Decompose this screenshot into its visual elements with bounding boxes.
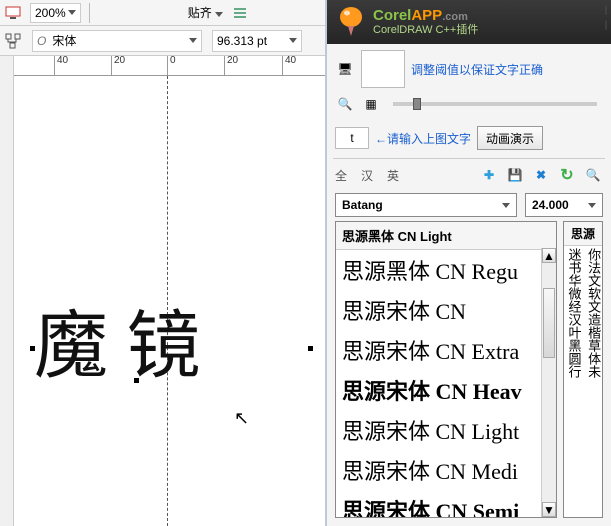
scroll-thumb[interactable] bbox=[543, 288, 555, 358]
line-icon: 丨丨 bbox=[601, 2, 611, 32]
plugin-panel: CorelAPP.com CorelDRAW C++插件 丨丨 🖥 调整阈值以保… bbox=[325, 0, 611, 526]
font-style-indicator: O bbox=[37, 34, 46, 48]
align-dropdown[interactable]: 贴齐 bbox=[188, 4, 223, 21]
list-item[interactable]: 思源宋体 CN bbox=[336, 290, 556, 330]
close-icon[interactable]: ✖ bbox=[531, 165, 551, 185]
list-item[interactable]: 思源黑体 CN Regu bbox=[336, 250, 556, 290]
slider-knob[interactable] bbox=[413, 98, 421, 110]
category-list[interactable]: 思源 迷书华微经汉叶黑圆行 你法文软文造楷草体未 文典鼎鼎字根 魏 bbox=[563, 221, 603, 518]
zoom-value: 200% bbox=[35, 6, 66, 20]
search-icon[interactable]: 🔍 bbox=[583, 165, 603, 185]
scroll-down-button[interactable]: ▼ bbox=[542, 502, 556, 517]
category-col[interactable]: 你法文软文造楷草体未 bbox=[584, 246, 603, 380]
balloon-icon bbox=[337, 5, 365, 39]
threshold-slider[interactable] bbox=[393, 102, 597, 106]
font-combo[interactable]: Batang bbox=[335, 193, 517, 217]
category-header: 思源 bbox=[564, 222, 602, 246]
font-size-value: 96.313 pt bbox=[217, 34, 267, 48]
scrollbar[interactable]: ▲ ▼ bbox=[541, 248, 556, 517]
threshold-hint[interactable]: 调整阈值以保证文字正确 bbox=[411, 61, 543, 78]
grid-icon[interactable]: ▦ bbox=[361, 94, 381, 114]
input-hint: ←请输入上图文字 bbox=[375, 130, 471, 147]
zoom-icon[interactable]: 🔍 bbox=[335, 94, 355, 114]
filter-en[interactable]: 英 bbox=[387, 167, 399, 184]
hierarchy-icon[interactable] bbox=[4, 32, 22, 50]
selection-handle[interactable] bbox=[134, 378, 139, 383]
divider bbox=[333, 158, 605, 159]
selection-handle[interactable] bbox=[30, 346, 35, 351]
chevron-down-icon bbox=[189, 38, 197, 43]
demo-button[interactable]: 动画演示 bbox=[477, 126, 543, 150]
left-gutter bbox=[0, 56, 14, 526]
selection-handle[interactable] bbox=[308, 346, 313, 351]
list-item[interactable]: 思源宋体 CN Medi bbox=[336, 450, 556, 490]
preview-thumbnail[interactable] bbox=[361, 50, 405, 88]
separator bbox=[89, 3, 90, 23]
chevron-down-icon bbox=[588, 203, 596, 208]
font-family-select[interactable]: O 宋体 bbox=[32, 30, 202, 52]
text-tool-input[interactable] bbox=[335, 127, 369, 149]
filter-all[interactable]: 全 bbox=[335, 167, 347, 184]
chevron-down-icon bbox=[215, 12, 223, 17]
panel-header: CorelAPP.com CorelDRAW C++插件 丨丨 bbox=[327, 0, 611, 44]
chevron-down-icon bbox=[502, 203, 510, 208]
font-list[interactable]: 思源黑体 CN Light 思源黑体 CN Regu 思源宋体 CN 思源宋体 … bbox=[335, 221, 557, 518]
brand-title: CorelAPP.com bbox=[373, 8, 478, 25]
list-item[interactable]: 思源宋体 CN Semi bbox=[336, 490, 556, 518]
category-col[interactable]: 迷书华微经汉叶黑圆行 bbox=[564, 246, 584, 380]
canvas-text-object[interactable]: 魔 镜 bbox=[34, 286, 201, 393]
list-item[interactable]: 思源宋体 CN Light bbox=[336, 410, 556, 450]
chevron-down-icon bbox=[289, 38, 297, 43]
font-list-header: 思源黑体 CN Light bbox=[336, 222, 556, 250]
brand-subtitle: CorelDRAW C++插件 bbox=[373, 24, 478, 36]
filter-cn[interactable]: 汉 bbox=[361, 167, 373, 184]
font-family-value: 宋体 bbox=[52, 32, 76, 49]
size-combo[interactable]: 24.000 bbox=[525, 193, 603, 217]
font-size-select[interactable]: 96.313 pt bbox=[212, 30, 302, 52]
options-icon[interactable] bbox=[231, 4, 249, 22]
mouse-cursor-icon: ↖ bbox=[234, 408, 249, 429]
list-item[interactable]: 思源宋体 CN Extra bbox=[336, 330, 556, 370]
ruler-horizontal: 40 20 0 20 40 bbox=[14, 56, 325, 76]
canvas[interactable]: 40 20 0 20 40 魔 镜 ↖ bbox=[14, 56, 325, 526]
save-icon[interactable]: 💾 bbox=[505, 165, 525, 185]
chevron-down-icon bbox=[68, 10, 76, 15]
screen-icon[interactable] bbox=[4, 4, 22, 22]
monitor-icon[interactable]: 🖥 bbox=[335, 59, 355, 79]
zoom-select[interactable]: 200% bbox=[30, 3, 81, 23]
list-item[interactable]: 思源宋体 CN Heav bbox=[336, 370, 556, 410]
add-icon[interactable]: ✚ bbox=[479, 165, 499, 185]
scroll-up-button[interactable]: ▲ bbox=[542, 248, 556, 263]
refresh-icon[interactable]: ↻ bbox=[557, 165, 577, 185]
